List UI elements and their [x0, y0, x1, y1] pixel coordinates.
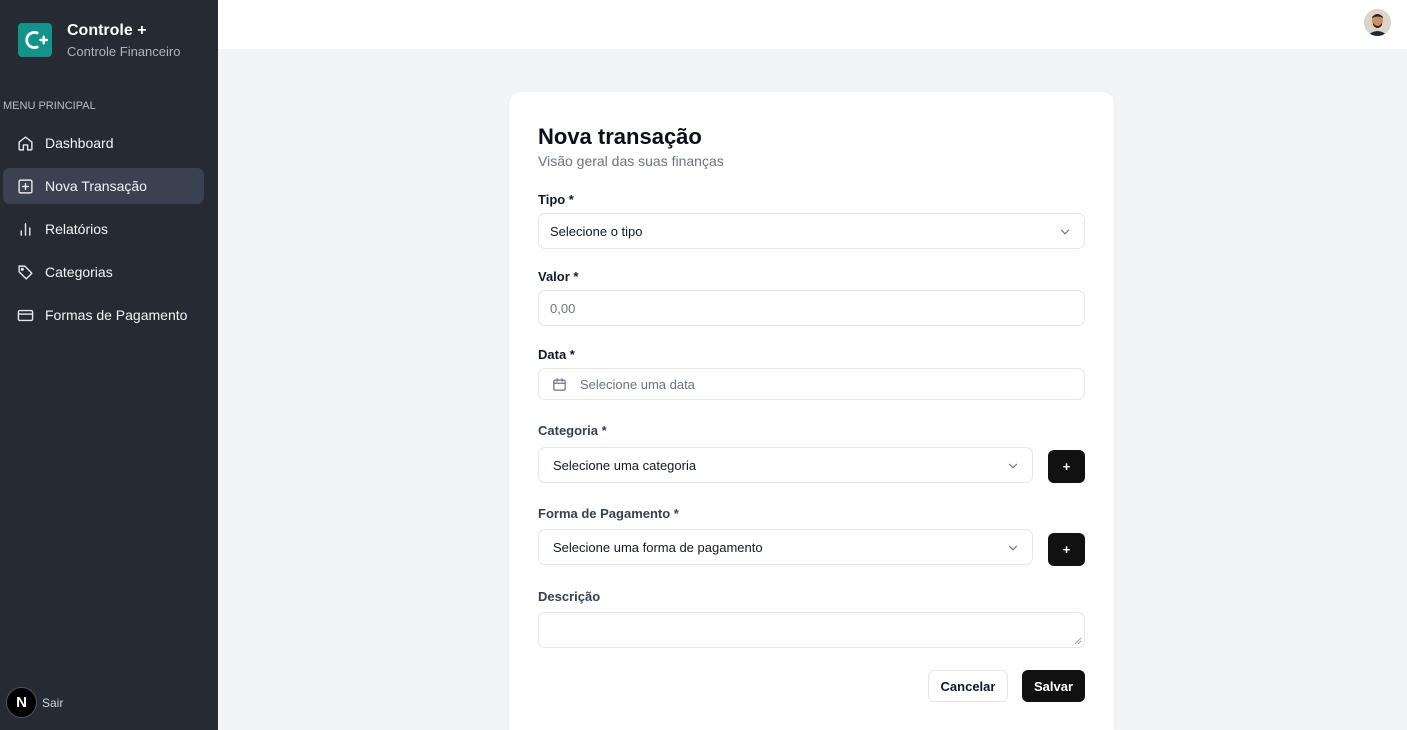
data-label: Data *: [538, 347, 575, 362]
chevron-down-icon: [1008, 545, 1018, 551]
descricao-label: Descrição: [538, 589, 601, 604]
brand-subtitle: Controle Financeiro: [67, 44, 181, 59]
sidebar-item-categorias[interactable]: Categorias: [3, 254, 204, 290]
brand[interactable]: Controle + Controle Financeiro: [18, 22, 180, 60]
cancel-button[interactable]: Cancelar: [928, 670, 1008, 702]
valor-placeholder: 0,00: [550, 300, 576, 316]
valor-input[interactable]: 0,00: [538, 290, 1085, 326]
sidebar-item-formas-de-pagamento[interactable]: Formas de Pagamento: [3, 297, 204, 333]
avatar-person-icon: [1364, 9, 1391, 36]
menu-section-label: MENU PRINCIPAL: [3, 100, 96, 112]
tipo-select-value: Selecione o tipo: [550, 223, 643, 239]
home-icon: [16, 134, 34, 152]
sidebar-item-label: Nova Transação: [45, 178, 147, 194]
date-placeholder: Selecione uma data: [580, 376, 695, 392]
categoria-select[interactable]: Selecione uma categoria: [538, 447, 1033, 483]
pagamento-label: Forma de Pagamento *: [538, 506, 679, 521]
pagamento-select[interactable]: Selecione uma forma de pagamento: [538, 529, 1033, 565]
chevron-down-icon: [1008, 463, 1018, 469]
save-button[interactable]: Salvar: [1022, 670, 1085, 702]
sidebar-item-label: Categorias: [45, 264, 113, 280]
add-category-button[interactable]: +: [1048, 450, 1085, 483]
brand-logo-icon: [18, 23, 52, 57]
logout-label: Sair: [42, 695, 64, 710]
plus-square-icon: [16, 177, 34, 195]
brand-title: Controle +: [67, 22, 147, 39]
chevron-down-icon: [1060, 229, 1070, 235]
credit-card-icon: [16, 306, 34, 324]
sidebar-item-label: Dashboard: [45, 135, 114, 151]
sidebar-item-relatorios[interactable]: Relatórios: [3, 211, 204, 247]
sidebar: Controle + Controle Financeiro MENU PRIN…: [0, 0, 218, 730]
page-title: Nova transação: [538, 124, 702, 149]
tipo-select[interactable]: Selecione o tipo: [538, 213, 1085, 249]
bar-chart-icon: [16, 220, 34, 238]
sidebar-nav: Dashboard Nova Transação Relatórios Cate…: [3, 125, 204, 340]
sidebar-item-label: Formas de Pagamento: [45, 307, 188, 323]
tag-icon: [16, 263, 34, 281]
descricao-textarea[interactable]: [538, 612, 1085, 648]
tipo-label: Tipo *: [538, 192, 574, 207]
pagamento-select-value: Selecione uma forma de pagamento: [553, 539, 763, 555]
calendar-icon: [553, 377, 566, 391]
logout-button[interactable]: N Sair: [6, 687, 63, 718]
new-transaction-card: Nova transação Visão geral das suas fina…: [509, 92, 1114, 730]
page-subtitle: Visão geral das suas finanças: [538, 153, 724, 169]
topbar: [218, 0, 1407, 49]
sidebar-item-nova-transacao[interactable]: Nova Transação: [3, 168, 204, 204]
user-initial-badge: N: [6, 687, 37, 718]
sidebar-item-dashboard[interactable]: Dashboard: [3, 125, 204, 161]
categoria-label: Categoria *: [538, 423, 607, 438]
date-picker[interactable]: Selecione uma data: [538, 368, 1085, 400]
user-avatar[interactable]: [1364, 9, 1391, 36]
valor-label: Valor *: [538, 269, 579, 284]
resize-handle-icon[interactable]: [1074, 637, 1082, 645]
categoria-select-value: Selecione uma categoria: [553, 457, 697, 473]
add-payment-method-button[interactable]: +: [1048, 533, 1085, 566]
sidebar-item-label: Relatórios: [45, 221, 109, 237]
